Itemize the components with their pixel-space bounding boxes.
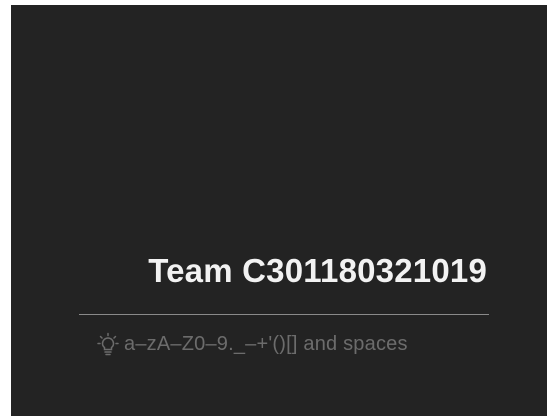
lightbulb-icon [96, 332, 120, 356]
hint-text: a–zA–Z0–9._–+'()[] and spaces [124, 332, 408, 355]
input-underline [79, 314, 489, 315]
allowed-characters-hint: a–zA–Z0–9._–+'()[] and spaces [96, 331, 408, 357]
name-value[interactable]: Team C301180321019 [148, 252, 487, 290]
name-input[interactable]: Team C301180321019 [79, 245, 489, 295]
rename-screen: Team C301180321019 a–zA–Z0–9._–+'()[] an… [11, 5, 547, 416]
